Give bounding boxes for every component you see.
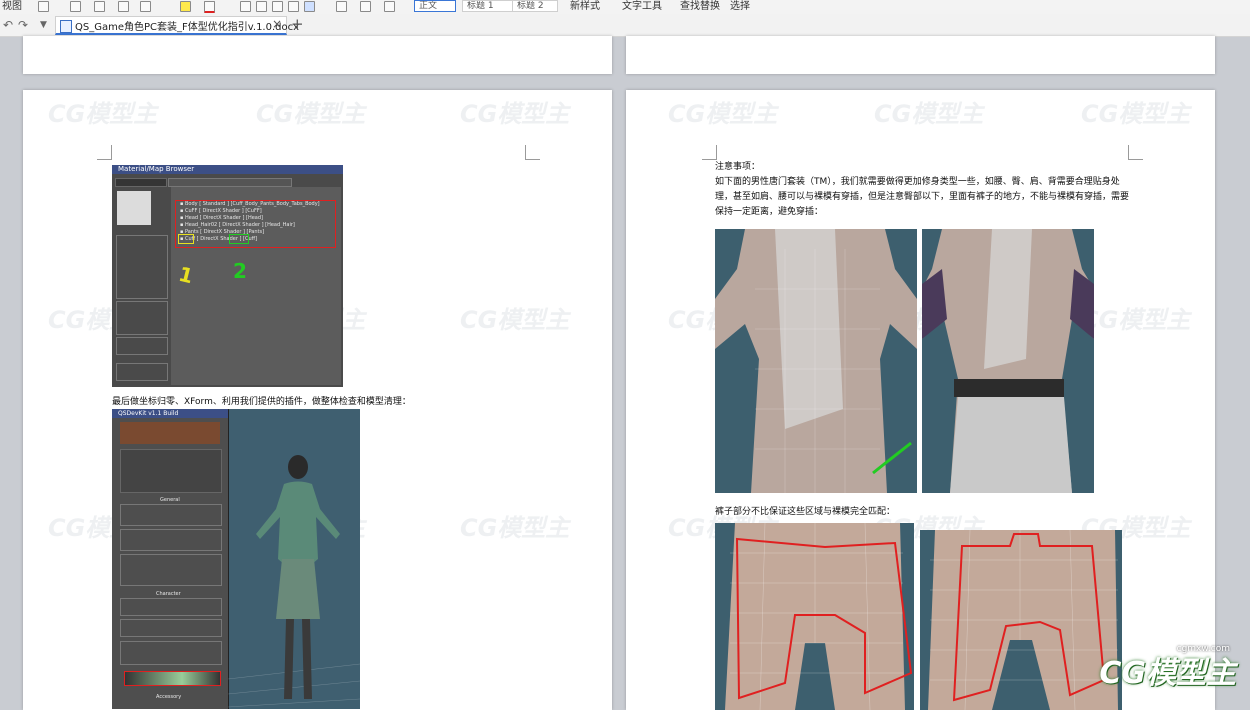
plugin-row-1[interactable] <box>120 504 222 526</box>
plugin-viewport-screenshot: QSDevKit v1.1 Build General Character Ac… <box>112 409 360 709</box>
notes-heading: 注意事项： <box>715 162 761 172</box>
pants-model-1 <box>725 523 913 710</box>
watermark: CG模型主 <box>874 100 984 128</box>
section-general: General <box>160 497 180 503</box>
align-center-icon[interactable] <box>256 1 267 12</box>
undo-icon[interactable]: ↶ <box>3 18 13 32</box>
caption-cleanup: 最后做坐标归零、XForm、利用我们提供的插件，做整体检查和模型清理： <box>112 397 411 407</box>
page-right: CG模型主 CG模型主 CG模型主 CG模型主 CG模型主 CG模型主 CG模型… <box>626 90 1215 710</box>
distributed-icon[interactable] <box>304 1 315 12</box>
watermark: CG模型主 <box>1081 100 1191 128</box>
crop-mark <box>702 145 717 160</box>
notes-body: 如下面的男性唐门套装（TM），我们就需要做得更加修身类型一些，如腰、臀、肩、背需… <box>715 177 1130 217</box>
page-previous-right <box>626 36 1215 74</box>
style-normal[interactable]: 正文 <box>414 0 456 12</box>
material-search-field <box>168 178 292 187</box>
new-tab-icon[interactable]: + <box>291 15 304 33</box>
page-left: CG模型主 CG模型主 CG模型主 CG模型主 CG模型主 CG模型主 CG模型… <box>23 90 612 710</box>
document-file-icon <box>60 20 72 33</box>
highlighted-plugin-button[interactable] <box>124 671 221 686</box>
plugin-row-5[interactable] <box>120 619 222 637</box>
outfit-back-model-2 <box>922 229 1094 493</box>
quick-access-dropdown-icon[interactable]: ▼ <box>40 20 47 30</box>
text-tools-button[interactable]: 文字工具 <box>622 0 662 12</box>
plugin-buttons-group <box>120 449 222 493</box>
highlight-icon[interactable] <box>180 1 191 12</box>
style-heading-1[interactable]: 标题 1 <box>462 0 514 12</box>
green-highlight-box <box>229 234 249 244</box>
outfit-back-model <box>715 229 917 493</box>
align-right-icon[interactable] <box>272 1 283 12</box>
pants-compare-screenshot-1 <box>715 523 914 710</box>
watermark: CG模型主 <box>256 100 366 128</box>
select-button[interactable]: 选择 <box>730 0 750 12</box>
pants-model-2 <box>928 530 1118 710</box>
character-model-view <box>228 455 360 708</box>
bold-icon[interactable] <box>38 1 49 12</box>
underline-icon[interactable] <box>70 1 81 12</box>
material-browser-title: Material/Map Browser <box>112 165 343 174</box>
material-preview-swatch <box>117 191 151 225</box>
ribbon-toolbar: 视图 正文 标题 1 标题 2 新样式 文字工具 查找替换 选择 <box>0 0 1250 15</box>
pants-compare-screenshot-2 <box>920 530 1122 710</box>
plugin-title: QSDevKit v1.1 Build <box>112 409 228 418</box>
material-browser-screenshot: Material/Map Browser ▪ Body [ Standard ]… <box>112 165 343 387</box>
crop-mark <box>97 145 112 160</box>
plugin-row-6[interactable] <box>120 641 222 665</box>
crop-mark <box>525 145 540 160</box>
outfit-back-screenshot <box>715 229 917 493</box>
shading-icon[interactable] <box>360 1 371 12</box>
find-replace-button[interactable]: 查找替换 <box>680 0 720 12</box>
align-left-icon[interactable] <box>240 1 251 12</box>
watermark: CG模型主 <box>668 100 778 128</box>
document-tab-bar: ↶ ↷ ▼ QS_Game角色PC套装_F体型优化指引v.1.0.docx × … <box>0 14 1250 37</box>
redo-icon[interactable]: ↷ <box>18 18 28 32</box>
options-group <box>116 337 168 355</box>
plugin-banner <box>120 422 220 444</box>
outfit-back-screenshot-2 <box>922 229 1094 493</box>
plugin-row-4[interactable] <box>120 598 222 616</box>
line-spacing-icon[interactable] <box>336 1 347 12</box>
file-group <box>116 363 168 381</box>
caption-pants: 裤子部分不比保证这些区域与裸模完全匹配： <box>715 507 896 517</box>
clear-format-icon[interactable] <box>118 1 129 12</box>
watermark: CG模型主 <box>460 514 570 542</box>
browse-from-group <box>116 235 168 299</box>
show-group <box>116 301 168 335</box>
view-menu-label[interactable]: 视图 <box>2 0 22 12</box>
tab-document[interactable]: QS_Game角色PC套装_F体型优化指引v.1.0.docx × <box>55 16 299 35</box>
style-heading-2[interactable]: 标题 2 <box>512 0 558 12</box>
tab-document-name: QS_Game角色PC套装_F体型优化指引v.1.0.docx <box>75 22 300 33</box>
plugin-row-3[interactable] <box>120 554 222 586</box>
red-highlight-box <box>175 200 336 248</box>
font-color-icon[interactable] <box>204 1 215 13</box>
yellow-highlight-box <box>178 234 194 244</box>
new-style-button[interactable]: 新样式 <box>570 0 600 12</box>
strikethrough-icon[interactable] <box>94 1 105 12</box>
crop-mark <box>1128 145 1143 160</box>
material-name-field <box>115 178 167 187</box>
watermark: CG模型主 <box>1081 306 1191 334</box>
close-tab-icon[interactable]: × <box>272 17 282 31</box>
page-previous-left <box>23 36 612 74</box>
superscript-icon[interactable] <box>140 1 151 12</box>
plugin-panel: QSDevKit v1.1 Build General Character Ac… <box>112 409 229 709</box>
section-character: Character <box>156 591 181 597</box>
watermark: CG模型主 <box>460 306 570 334</box>
site-logo: CG模型主 <box>1099 656 1236 691</box>
annotation-number-2: 2 <box>233 259 247 283</box>
justify-icon[interactable] <box>288 1 299 12</box>
section-accessory: Accessory <box>156 694 182 700</box>
plugin-row-2[interactable] <box>120 529 222 551</box>
watermark: CG模型主 <box>48 100 158 128</box>
border-icon[interactable] <box>384 1 395 12</box>
watermark: CG模型主 <box>460 100 570 128</box>
